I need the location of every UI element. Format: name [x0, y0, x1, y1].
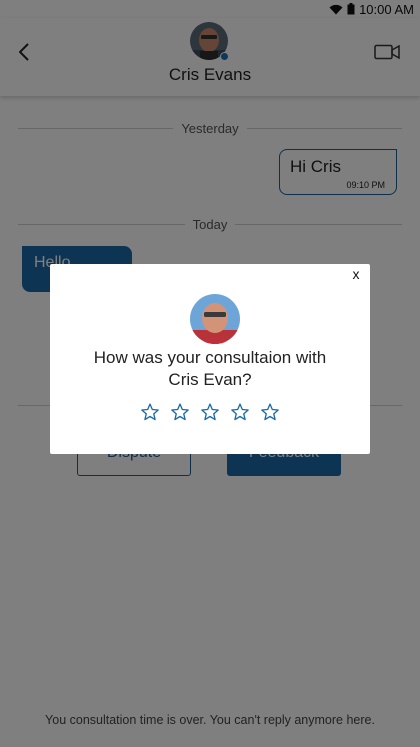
rating-question: How was your consultaion with Cris Evan? — [60, 347, 360, 391]
rating-question-line: How was your consultaion with — [93, 348, 327, 367]
rating-dialog: x How was your consultaion with Cris Eva… — [50, 264, 370, 454]
star-icon[interactable] — [200, 402, 220, 422]
doctor-avatar — [190, 294, 240, 344]
star-icon[interactable] — [140, 402, 160, 422]
person-photo-icon — [190, 294, 240, 344]
star-icon[interactable] — [170, 402, 190, 422]
rating-question-line: Cris Evan? — [168, 370, 252, 389]
star-icon[interactable] — [230, 402, 250, 422]
star-rating — [50, 402, 370, 422]
close-button[interactable]: x — [348, 266, 364, 284]
star-icon[interactable] — [260, 402, 280, 422]
